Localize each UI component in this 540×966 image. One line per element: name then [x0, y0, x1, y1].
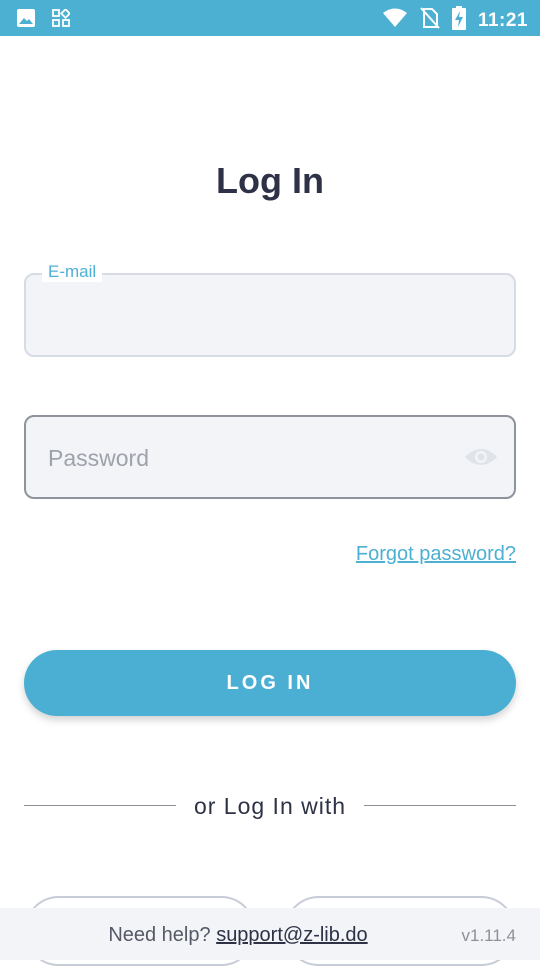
password-field[interactable]: Password	[24, 415, 516, 499]
status-bar: 11:21	[0, 0, 540, 36]
support-email-link[interactable]: support@z-lib.do	[216, 924, 367, 946]
password-placeholder: Password	[48, 445, 149, 471]
email-label: E-mail	[42, 262, 103, 282]
forgot-password-link[interactable]: Forgot password?	[356, 543, 516, 566]
divider-line-right	[364, 805, 516, 806]
help-prefix: Need help?	[108, 924, 211, 946]
version-label: v1.11.4	[461, 926, 516, 945]
widgets-icon	[52, 7, 72, 32]
clock: 11:21	[477, 9, 528, 31]
image-icon	[16, 8, 36, 33]
page-title: Log In	[216, 160, 324, 201]
divider-text: or Log In with	[193, 793, 347, 819]
wifi-icon	[382, 8, 408, 33]
email-field[interactable]: E-mail	[24, 262, 516, 357]
battery-charging-icon	[451, 6, 466, 35]
login-button[interactable]: LOG IN	[24, 650, 516, 716]
eye-icon[interactable]	[464, 443, 498, 471]
no-sim-icon	[420, 7, 440, 34]
footer: Need help? support@z-lib.do v1.11.4	[0, 908, 540, 960]
divider-line-left	[24, 805, 176, 806]
help-text: Need help? support@z-lib.do	[0, 924, 476, 947]
